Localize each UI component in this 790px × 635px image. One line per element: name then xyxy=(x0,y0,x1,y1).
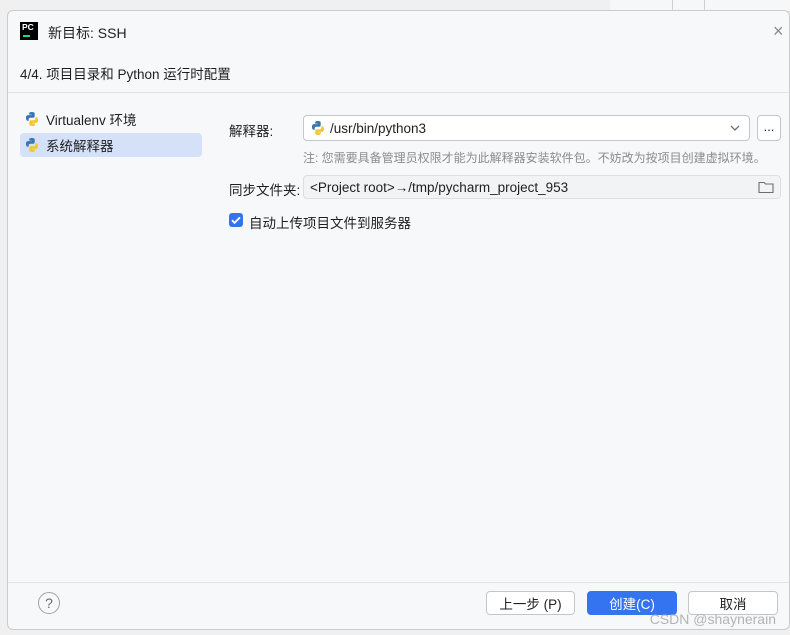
previous-button[interactable]: 上一步 (P) xyxy=(486,591,575,615)
sidebar-item-virtualenv[interactable]: Virtualenv 环境 xyxy=(20,107,202,131)
admin-note: 注: 您需要具备管理员权限才能为此解释器安装软件包。不妨改为按项目创建虚拟环境。 xyxy=(303,151,766,165)
interpreter-select[interactable]: /usr/bin/python3 xyxy=(303,115,750,141)
sidebar-item-label: Virtualenv 环境 xyxy=(46,113,137,128)
chevron-down-icon[interactable] xyxy=(729,122,741,134)
step-header: 4/4. 项目目录和 Python 运行时配置 xyxy=(8,51,789,93)
watermark: CSDN @shaynerain xyxy=(649,611,776,627)
new-target-dialog: PC 新目标: SSH × 4/4. 项目目录和 Python 运行时配置 Vi… xyxy=(7,10,790,630)
folder-icon[interactable] xyxy=(758,180,774,194)
sync-folder-field[interactable]: <Project root>→/tmp/pycharm_project_953 xyxy=(303,175,781,199)
interpreter-label: 解释器: xyxy=(229,124,274,139)
upload-checkbox[interactable] xyxy=(229,213,243,227)
title-bar: PC 新目标: SSH × xyxy=(8,11,789,51)
pycharm-logo-icon: PC xyxy=(20,22,38,40)
dialog-title: 新目标: SSH xyxy=(48,25,127,41)
python-icon xyxy=(26,138,38,152)
close-icon[interactable]: × xyxy=(773,22,789,40)
python-icon xyxy=(26,112,38,126)
interpreter-type-list: Virtualenv 环境 系统解释器 xyxy=(20,107,202,159)
checkmark-icon xyxy=(231,216,241,225)
help-button[interactable]: ? xyxy=(38,592,60,614)
sidebar-item-label: 系统解释器 xyxy=(46,139,114,154)
upload-checkbox-label[interactable]: 自动上传项目文件到服务器 xyxy=(249,212,411,232)
python-icon xyxy=(312,121,324,135)
interpreter-value: /usr/bin/python3 xyxy=(330,120,427,136)
step-title: 4/4. 项目目录和 Python 运行时配置 xyxy=(20,67,231,82)
sidebar-item-system-interpreter[interactable]: 系统解释器 xyxy=(20,133,202,157)
sync-folder-label: 同步文件夹: xyxy=(229,183,301,198)
browse-interpreter-button[interactable]: ... xyxy=(757,115,781,141)
sync-folder-value: <Project root>→/tmp/pycharm_project_953 xyxy=(310,179,569,195)
